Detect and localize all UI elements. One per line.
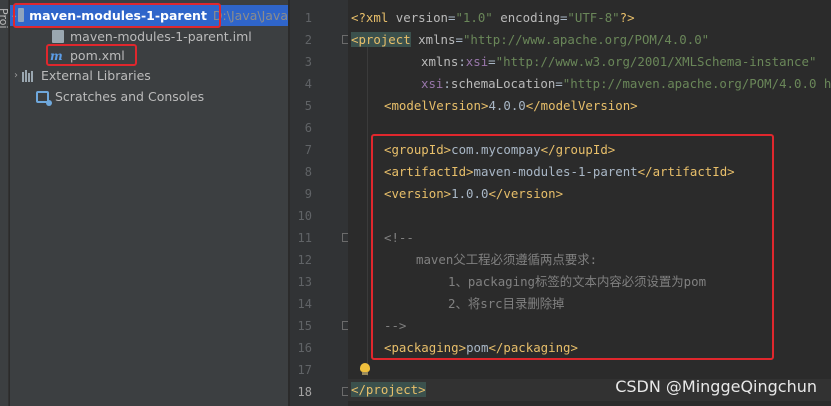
tool-window-stripe: Proj (0, 0, 10, 406)
line-number: 5 (304, 99, 312, 113)
line-number: 15 (297, 319, 312, 333)
tree-item-iml[interactable]: maven-modules-1-parent.iml (10, 26, 288, 47)
line-number: 6 (304, 121, 312, 135)
line-number: 11 (297, 231, 312, 245)
line-number: 10 (297, 209, 312, 223)
tree-root-row[interactable]: ⌄ maven-modules-1-parent D:\Java\Java (10, 5, 288, 26)
line-number: 4 (304, 77, 312, 91)
code-line-14: 2、将src目录删除掉 (448, 296, 565, 311)
line-number: 12 (297, 253, 312, 267)
editor-gutter: 1 2 3 4 5 6 7 8 9 10 11 12 13 14 15 16 1… (289, 0, 350, 406)
tree-scratches[interactable]: Scratches and Consoles (10, 86, 288, 107)
tree-item-pom[interactable]: m pom.xml (10, 45, 288, 66)
tree-item-label: pom.xml (70, 48, 125, 63)
project-panel: ⌄ maven-modules-1-parent D:\Java\Java ma… (10, 0, 288, 406)
line-number: 2 (304, 33, 312, 47)
indent-guide (367, 42, 368, 376)
code-line-12: maven父工程必须遵循两点要求: (416, 252, 598, 267)
root-module-path: D:\Java\Java (212, 8, 288, 23)
line-number-current: 18 (297, 385, 312, 399)
line-number: 8 (304, 165, 312, 179)
root-module-name: maven-modules-1-parent (29, 8, 207, 23)
line-number: 9 (304, 187, 312, 201)
line-number: 3 (304, 55, 312, 69)
code-line-16: <packaging>pom</packaging> (384, 340, 578, 355)
code-line-13: 1、packaging标签的文本内容必须设置为pom (448, 274, 707, 289)
lightbulb-icon[interactable] (360, 363, 370, 375)
tree-item-label: External Libraries (41, 68, 151, 83)
chevron-down-icon[interactable]: ⌄ (10, 10, 18, 21)
code-editor[interactable]: <?xml version="1.0" encoding="UTF-8"?> <… (348, 0, 831, 406)
project-tool-tab[interactable]: Proj (0, 8, 10, 29)
scratches-icon (36, 90, 52, 106)
tree-external-libraries[interactable]: › External Libraries (10, 65, 288, 86)
module-folder-icon (18, 7, 25, 22)
line-number: 7 (304, 143, 312, 157)
code-line-3: xmlns:xsi="http://www.w3.org/2001/XMLSch… (421, 54, 817, 69)
code-line-8: <artifactId>maven-modules-1-parent</arti… (384, 164, 735, 179)
line-number: 14 (297, 297, 312, 311)
watermark: CSDN @MinggeQingchun (615, 377, 817, 396)
tree-item-label: maven-modules-1-parent.iml (70, 29, 252, 44)
code-line-11: <!-- (384, 230, 414, 245)
code-line-18: </project> (351, 382, 426, 397)
code-line-15: --> (384, 318, 407, 333)
code-line-9: <version>1.0.0</version> (384, 186, 564, 201)
tree-item-label: Scratches and Consoles (55, 89, 205, 104)
line-number: 16 (297, 341, 312, 355)
iml-file-icon (52, 30, 64, 43)
code-line-1: <?xml version="1.0" encoding="UTF-8"?> (351, 10, 635, 25)
chevron-right-icon[interactable]: › (10, 70, 22, 81)
code-line-4: xsi:schemaLocation="http://maven.apache.… (421, 76, 831, 91)
line-number: 13 (297, 275, 312, 289)
line-number: 17 (297, 363, 312, 377)
code-line-5: <modelVersion>4.0.0</modelVersion> (384, 98, 638, 113)
code-line-2: <project xmlns="http://www.apache.org/PO… (351, 32, 710, 47)
line-number: 1 (304, 11, 312, 25)
code-line-7: <groupId>com.mycompay</groupId> (384, 142, 616, 157)
maven-pom-icon: m (50, 48, 63, 63)
libraries-icon (22, 69, 36, 82)
